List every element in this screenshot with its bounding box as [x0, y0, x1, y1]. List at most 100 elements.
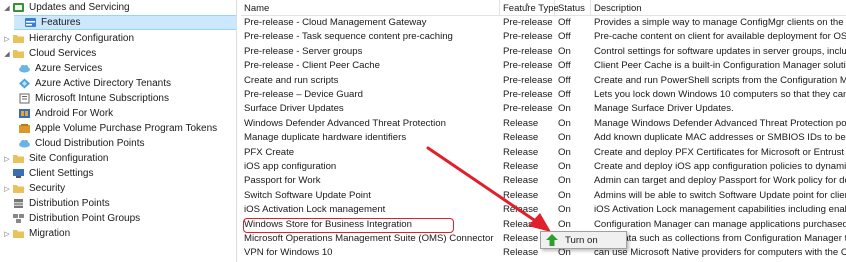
tenant-icon — [18, 78, 31, 89]
sort-ascending-icon: ▲ — [524, 2, 530, 8]
description-cell: Pre-cache content on client for availabl… — [594, 31, 846, 43]
description-cell: Control settings for software updates in… — [594, 45, 846, 57]
tree-item-label: Azure Active Directory Tenants — [35, 78, 171, 89]
tree-item-azure-ad-tenants[interactable]: Azure Active Directory Tenants — [18, 76, 236, 91]
updates-icon — [12, 2, 25, 13]
status-cell: On — [558, 204, 571, 216]
table-row[interactable]: Windows Defender Advanced Threat Protect… — [241, 117, 846, 131]
context-menu-turn-on[interactable]: Turn on — [541, 232, 626, 248]
table-row[interactable]: Pre-release - Client Peer Cache Pre-relea… — [241, 59, 846, 73]
name-cell: Pre-release - Cloud Management Gateway — [244, 17, 427, 28]
description-cell: iOS Activation Lock management capabilit… — [594, 204, 846, 216]
name-cell: Switch Software Update Point — [244, 189, 371, 201]
description-cell: Manage Surface Driver Updates. — [594, 103, 734, 115]
tree-item-label: Azure Services — [35, 63, 103, 74]
tree-item-security[interactable]: ▷ Security — [0, 181, 236, 196]
tree-item-label: Client Settings — [29, 168, 94, 179]
table-row[interactable]: Passport for Work Release On Admin can targ… — [241, 174, 846, 188]
table-row[interactable]: PFX Create Release On Create and deploy PFX… — [241, 146, 846, 160]
status-cell: On — [558, 175, 571, 187]
status-cell: On — [558, 146, 571, 158]
cloud-icon — [18, 63, 31, 74]
name-cell: VPN for Windows 10 — [244, 247, 333, 259]
tree-item-migration[interactable]: ▷ Migration — [0, 226, 236, 241]
tree-item-features[interactable]: Features — [14, 15, 236, 30]
tree-item-label: Microsoft Intune Subscriptions — [35, 93, 169, 104]
tree-item-label: Cloud Distribution Points — [35, 138, 145, 149]
table-row[interactable]: iOS app configuration Release On Create and… — [241, 160, 846, 174]
table-row[interactable]: Pre-release - Cloud Management Gateway Pr… — [241, 16, 846, 30]
tree-item-android-for-work[interactable]: Android For Work — [18, 106, 236, 121]
status-cell: On — [558, 117, 571, 129]
table-row[interactable]: Create and run scripts Pre-release Off Crea… — [241, 74, 846, 88]
table-row[interactable]: Pre-release - Task sequence content pre-… — [241, 30, 846, 44]
feature-type-cell: Pre-release — [503, 17, 553, 28]
status-cell: On — [558, 132, 571, 144]
folder-icon — [12, 153, 25, 164]
name-cell: iOS app configuration — [244, 161, 337, 172]
name-cell: Manage duplicate hardware identifiers — [244, 132, 407, 144]
name-cell: Pre-release - Client Peer Cache — [244, 60, 380, 72]
tree-item-azure-services[interactable]: Azure Services — [18, 61, 236, 76]
table-row[interactable]: Surface Driver Updates Pre-release On Manag… — [241, 102, 846, 116]
name-cell: iOS Activation Lock management — [244, 204, 386, 216]
tree-item-label: Apple Volume Purchase Program Tokens — [35, 123, 218, 134]
feature-type-cell: Release — [503, 132, 539, 144]
feature-type-cell: Release — [503, 161, 539, 172]
tree-item-distribution-points[interactable]: Distribution Points — [12, 196, 236, 211]
context-menu-label: Turn on — [565, 234, 598, 246]
description-cell: Provides a simple way to manage ConfigMg… — [594, 17, 846, 28]
name-cell: Surface Driver Updates — [244, 103, 344, 115]
tree-item-apple-vpp-tokens[interactable]: Apple Volume Purchase Program Tokens — [18, 121, 236, 136]
description-cell: Create and run PowerShell scripts from t… — [594, 74, 846, 86]
feature-type-cell: Release — [503, 218, 539, 230]
tree-item-client-settings[interactable]: Client Settings — [12, 166, 236, 181]
feature-type-cell: Pre-release — [503, 103, 553, 115]
column-header-feature-type[interactable]: ▲ Feature Type — [500, 0, 559, 15]
description-cell: Client Peer Cache is a built-in Configur… — [594, 60, 846, 72]
feature-type-cell: Release — [503, 204, 539, 216]
expanded-arrow-icon[interactable]: ◢ — [2, 50, 12, 58]
column-header-status[interactable]: Status — [555, 0, 591, 15]
description-cell: Manage Windows Defender Advanced Threat … — [594, 117, 846, 129]
distribution-group-icon — [12, 213, 25, 224]
table-row[interactable]: Pre-release – Device Guard Pre-release Off… — [241, 88, 846, 102]
table-row[interactable]: Switch Software Update Point Release On Adm… — [241, 189, 846, 203]
feature-type-cell: Release — [503, 117, 539, 129]
status-cell: On — [558, 218, 571, 230]
column-header-description[interactable]: Description — [591, 0, 846, 15]
tree-item-label: Android For Work — [35, 108, 114, 119]
feature-type-cell: Pre-release — [503, 45, 553, 57]
description-cell: Lets you lock down Windows 10 computers … — [594, 89, 846, 100]
tree-item-label: Features — [41, 17, 81, 28]
collapsed-arrow-icon[interactable]: ▷ — [2, 185, 12, 193]
tree-item-distribution-point-groups[interactable]: Distribution Point Groups — [12, 211, 236, 226]
table-row[interactable]: Manage duplicate hardware identifiers Rel… — [241, 131, 846, 145]
apple-vpp-icon — [18, 123, 31, 134]
folder-icon — [12, 228, 25, 239]
status-cell: On — [558, 189, 571, 201]
name-cell: Windows Defender Advanced Threat Protect… — [244, 117, 446, 129]
feature-type-cell: Pre-release — [503, 89, 553, 100]
column-header-name[interactable]: Name — [241, 0, 500, 15]
tree-item-hierarchy-configuration[interactable]: ▷ Hierarchy Configuration — [0, 31, 236, 46]
description-cell: Add known duplicate MAC addresses or SMB… — [594, 132, 846, 144]
feature-type-cell: Pre-release — [503, 60, 553, 72]
expanded-arrow-icon[interactable]: ◢ — [2, 4, 12, 12]
name-cell: Pre-release - Task sequence content pre-… — [244, 31, 453, 43]
collapsed-arrow-icon[interactable]: ▷ — [2, 230, 12, 238]
context-menu: Turn on — [540, 231, 627, 249]
collapsed-arrow-icon[interactable]: ▷ — [2, 35, 12, 43]
folder-icon — [12, 48, 25, 59]
tree-item-intune-subscriptions[interactable]: Microsoft Intune Subscriptions — [18, 91, 236, 106]
tree-item-site-configuration[interactable]: ▷ Site Configuration — [0, 151, 236, 166]
description-cell: Configuration Manager can manage applica… — [594, 218, 846, 230]
table-row[interactable]: iOS Activation Lock management Release On i… — [241, 203, 846, 217]
tree-item-label: Distribution Points — [29, 198, 110, 209]
tree-item-cloud-distribution-points[interactable]: Cloud Distribution Points — [18, 136, 236, 151]
tree-item-updates-and-servicing[interactable]: ◢ Updates and Servicing — [0, 0, 236, 15]
table-row[interactable]: Pre-release - Server groups Pre-release On… — [241, 45, 846, 59]
tree-item-cloud-services[interactable]: ◢ Cloud Services — [0, 46, 236, 61]
collapsed-arrow-icon[interactable]: ▷ — [2, 155, 12, 163]
tree-item-label: Distribution Point Groups — [29, 213, 141, 224]
